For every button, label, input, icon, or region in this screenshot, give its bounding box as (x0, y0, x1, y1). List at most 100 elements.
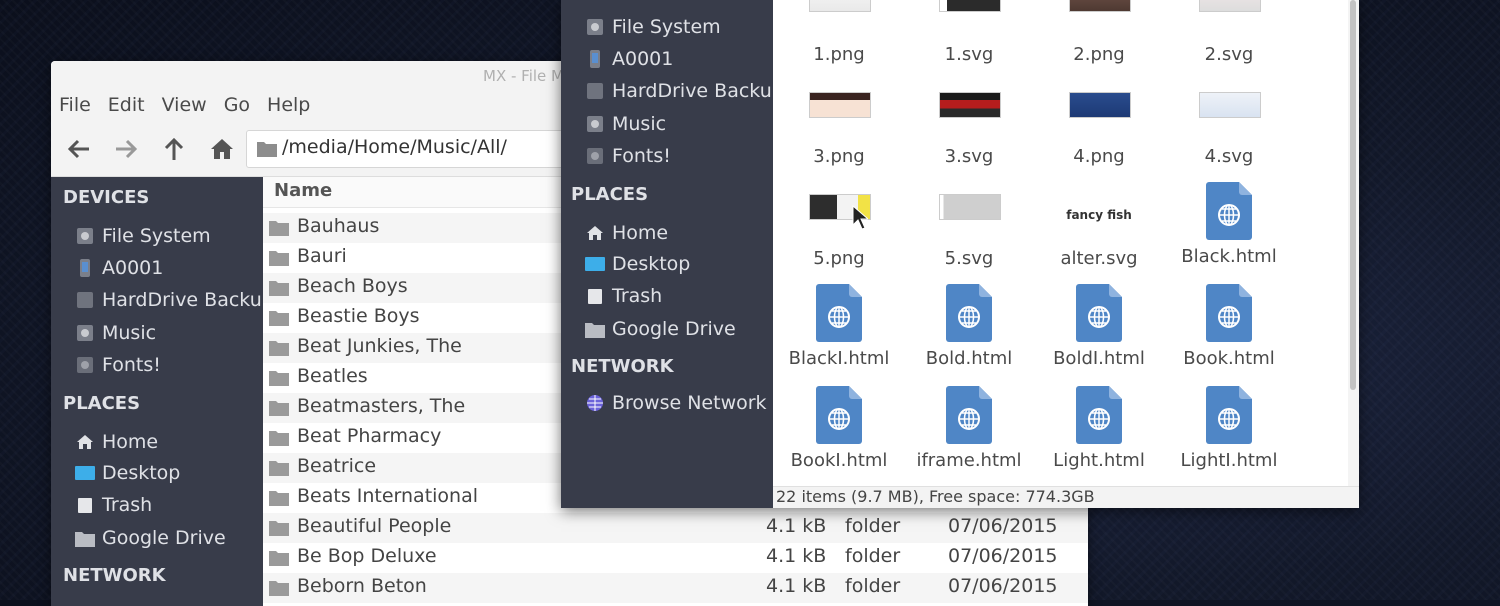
file-tile[interactable]: Book.html (1165, 276, 1293, 376)
table-row[interactable]: Beautiful People 4.1 kB folder 07/06/2015 (263, 513, 1088, 543)
vertical-scrollbar[interactable] (1348, 0, 1359, 486)
file-name: 2.svg (1204, 44, 1254, 65)
row-name: Beatles (297, 365, 368, 387)
file-tile[interactable]: 2.png (1035, 0, 1163, 70)
folder-icon (269, 551, 289, 566)
sidebar-item-label: Home (102, 431, 159, 453)
sidebar-item-browse-network[interactable]: Browse Network (585, 392, 767, 414)
home-button[interactable] (206, 133, 238, 165)
scrollbar-thumb[interactable] (1350, 0, 1356, 390)
sidebar-item-music[interactable]: Music (585, 113, 666, 135)
file-tile[interactable]: Black.html (1165, 174, 1293, 274)
file-tile[interactable]: iframe.html (905, 378, 1033, 478)
row-date: 07/06/2015 (948, 575, 1058, 597)
sidebar-item-google-drive[interactable]: Google Drive (75, 527, 226, 549)
back-button[interactable] (63, 133, 95, 165)
menu-help[interactable]: Help (259, 91, 319, 121)
html-file-icon (816, 284, 862, 342)
folder-icon (269, 251, 289, 266)
html-file-icon (816, 386, 862, 444)
home-icon (585, 224, 605, 242)
sidebar-item-file-system[interactable]: File System (585, 16, 721, 38)
file-manager-window-front[interactable]: File System A0001 HardDrive Backup Music… (561, 0, 1359, 508)
globe-icon (585, 394, 605, 412)
sidebar-item-trash[interactable]: Trash (75, 494, 152, 516)
forward-button[interactable] (110, 133, 142, 165)
up-button[interactable] (158, 133, 190, 165)
file-tile[interactable]: 5.png (775, 174, 903, 274)
file-tile[interactable]: BoldI.html (1035, 276, 1163, 376)
table-row[interactable]: Beborn Beton 4.1 kB folder 07/06/2015 (263, 573, 1088, 603)
row-date: 07/06/2015 (948, 545, 1058, 567)
file-tile[interactable]: Bold.html (905, 276, 1033, 376)
file-tile[interactable]: 5.svg (905, 174, 1033, 274)
file-tile[interactable]: LightI.html (1165, 378, 1293, 478)
icon-view: 1.png 1.svg 2.png 2.svg 3.png 3.svg 4.png 4.svg… (773, 0, 1348, 486)
desktop-icon (75, 464, 95, 482)
file-tile[interactable]: fancy fish alter.svg (1035, 174, 1163, 274)
drive-icon (585, 82, 605, 100)
sidebar-item-home[interactable]: Home (585, 222, 668, 244)
html-file-icon (946, 386, 992, 444)
image-thumbnail (1199, 92, 1261, 118)
sidebar-item-label: Google Drive (612, 318, 736, 340)
folder-icon (269, 581, 289, 596)
menu-file[interactable]: File (51, 91, 100, 121)
sidebar-item-file-system[interactable]: File System (75, 225, 211, 247)
file-tile[interactable]: 3.svg (905, 72, 1033, 172)
sidebar-item-music[interactable]: Music (75, 322, 156, 344)
table-row[interactable]: Be Bop Deluxe 4.1 kB folder 07/06/2015 (263, 543, 1088, 573)
sidebar-item-fonts[interactable]: Fonts! (585, 145, 671, 167)
sidebar-item-fonts[interactable]: Fonts! (75, 354, 161, 376)
row-name: Beatmasters, The (297, 395, 466, 417)
arrow-up-icon (164, 137, 184, 160)
image-thumbnail (1069, 92, 1131, 118)
file-name: 2.png (1073, 44, 1125, 65)
sidebar-item-trash[interactable]: Trash (585, 285, 662, 307)
sidebar-item-label: HardDrive Backup (102, 289, 274, 311)
file-tile[interactable]: 2.svg (1165, 0, 1293, 70)
sidebar-item-label: Desktop (612, 253, 691, 275)
row-size: 4.1 kB (766, 515, 827, 537)
menu-view[interactable]: View (154, 91, 216, 121)
row-name: Beat Pharmacy (297, 425, 442, 447)
sidebar-item-harddrive-backup[interactable]: HardDrive Backup (75, 289, 274, 311)
file-tile[interactable]: 4.svg (1165, 72, 1293, 172)
sidebar: DEVICES File System A0001 HardDrive Back… (51, 177, 274, 606)
drive-icon (75, 324, 95, 342)
row-name: Beats International (297, 485, 479, 507)
folder-icon (269, 311, 289, 326)
sidebar-item-label: Desktop (102, 462, 181, 484)
file-name: BlackI.html (788, 348, 890, 369)
file-tile[interactable]: 4.png (1035, 72, 1163, 172)
sidebar-item-harddrive-backup[interactable]: HardDrive Backup (585, 80, 784, 102)
sidebar-item-label: Browse Network (612, 392, 767, 414)
sidebar-item-desktop[interactable]: Desktop (585, 253, 690, 275)
file-tile[interactable]: Light.html (1035, 378, 1163, 478)
menu-edit[interactable]: Edit (100, 91, 154, 121)
column-header-name[interactable]: Name (274, 180, 332, 201)
folder-icon (269, 221, 289, 236)
sidebar-item-home[interactable]: Home (75, 431, 158, 453)
file-tile[interactable]: BookI.html (775, 378, 903, 478)
folder-icon (585, 320, 605, 338)
file-tile[interactable]: 3.png (775, 72, 903, 172)
file-tile[interactable]: BlackI.html (775, 276, 903, 376)
file-tile[interactable]: 1.png (775, 0, 903, 70)
file-tile[interactable]: 1.svg (905, 0, 1033, 70)
sidebar-item-desktop[interactable]: Desktop (75, 462, 180, 484)
file-name: Black.html (1181, 246, 1277, 267)
html-file-icon (1076, 386, 1122, 444)
sidebar-item-label: Music (612, 113, 667, 135)
sidebar-item-google-drive[interactable]: Google Drive (585, 318, 736, 340)
arrow-left-icon (67, 139, 89, 159)
menu-go[interactable]: Go (216, 91, 259, 121)
file-name: 3.svg (944, 146, 994, 167)
phone-icon (585, 50, 605, 68)
sidebar-item-a0001[interactable]: A0001 (585, 48, 673, 70)
folder-icon (269, 341, 289, 356)
drive-icon (75, 356, 95, 374)
file-name: 5.png (813, 248, 865, 269)
sidebar-item-a0001[interactable]: A0001 (75, 257, 163, 279)
row-name: Beach Boys (297, 275, 408, 297)
